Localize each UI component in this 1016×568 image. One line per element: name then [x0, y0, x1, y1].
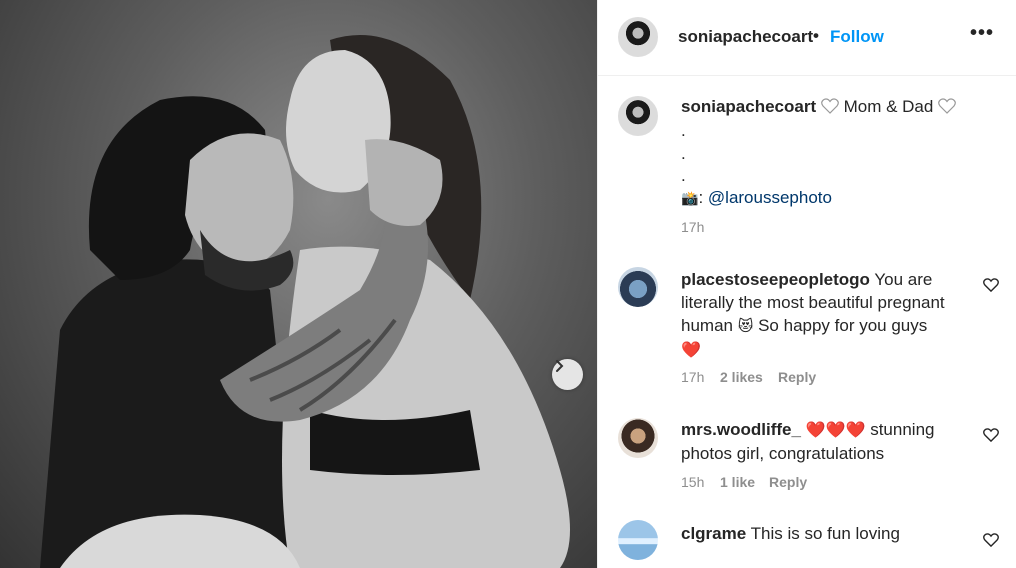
red-heart-emoji: ❤️❤️❤️: [805, 422, 866, 439]
more-icon[interactable]: •••: [970, 22, 994, 45]
comment-text: clgrame This is so fun loving: [681, 522, 971, 545]
author-username[interactable]: soniapachecoart: [678, 27, 813, 47]
post-header: soniapachecoart • Follow •••: [598, 0, 1016, 76]
comment-message-part2: So happy for you guys: [758, 316, 928, 335]
next-photo-button[interactable]: [552, 359, 583, 390]
next-arrow-icon: [556, 360, 564, 372]
comment-avatar[interactable]: [618, 267, 658, 307]
post-modal: soniapachecoart • Follow ••• soniapachec…: [0, 0, 1016, 568]
comment-message: This is so fun loving: [750, 524, 900, 543]
caption-username[interactable]: soniapachecoart: [681, 97, 816, 116]
comment-username[interactable]: placestoseepeopletogo: [681, 270, 870, 289]
caption-time[interactable]: 17h: [681, 219, 704, 235]
comment-avatar[interactable]: [618, 520, 658, 560]
comment-time[interactable]: 17h: [681, 369, 704, 385]
comment-text: placestoseepeopletogo You are literally …: [681, 268, 971, 362]
post-side-panel: soniapachecoart • Follow ••• soniapachec…: [597, 0, 1016, 568]
red-heart-emoji: ❤️: [681, 342, 701, 359]
comment-likes[interactable]: 1 like: [720, 474, 755, 490]
caption-credit: 📸: @laroussephoto: [681, 188, 832, 208]
camera-emoji: 📸: [681, 190, 699, 206]
like-icon[interactable]: [983, 278, 999, 292]
follow-button[interactable]: Follow: [830, 27, 884, 47]
reply-button[interactable]: Reply: [769, 474, 807, 490]
separator-dot: •: [813, 26, 819, 45]
caption-text: soniapachecoart Mom & Dad: [681, 97, 956, 117]
caption-avatar[interactable]: [618, 96, 658, 136]
post-photo[interactable]: [0, 0, 597, 568]
like-icon[interactable]: [983, 533, 999, 547]
photo-illustration: [40, 35, 570, 568]
credit-link[interactable]: @laroussephoto: [708, 188, 832, 207]
comment-likes[interactable]: 2 likes: [720, 369, 763, 385]
comment-avatar[interactable]: [618, 418, 658, 458]
cat-emoji: 😻: [737, 318, 754, 335]
caption-dot-1: .: [681, 121, 686, 140]
reply-button[interactable]: Reply: [778, 369, 816, 385]
comment-time[interactable]: 15h: [681, 474, 704, 490]
heart-outline-icon: [938, 98, 956, 114]
credit-prefix: :: [698, 188, 704, 207]
caption-dot-2: .: [681, 144, 686, 163]
heart-outline-icon: [820, 98, 839, 114]
caption-message: Mom & Dad: [843, 97, 934, 116]
like-icon[interactable]: [983, 428, 999, 442]
comment-username[interactable]: mrs.woodliffe_: [681, 420, 801, 439]
caption-dot-3: .: [681, 166, 686, 185]
comment-username[interactable]: clgrame: [681, 524, 746, 543]
author-avatar[interactable]: [618, 17, 658, 57]
comment-text: mrs.woodliffe_ ❤️❤️❤️ stunning photos gi…: [681, 418, 971, 465]
